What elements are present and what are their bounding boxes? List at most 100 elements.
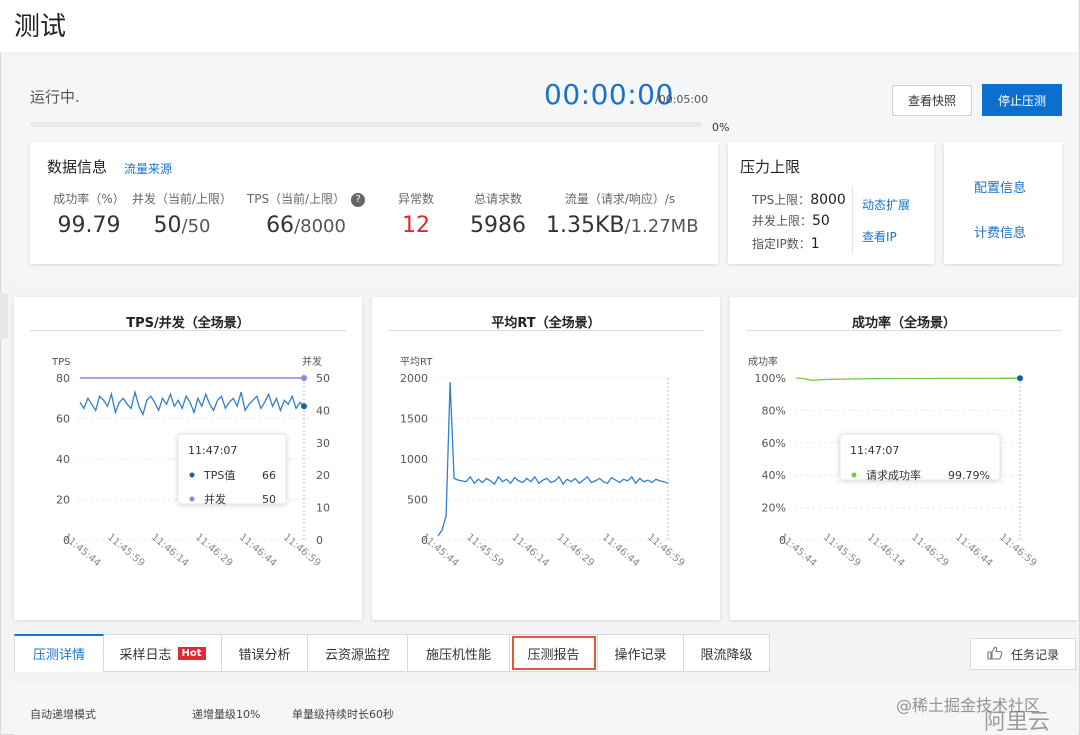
metric-label: 成功率（%） <box>53 192 125 206</box>
y-tick-label: 1500 <box>400 413 428 426</box>
y2-tick-label: 40 <box>316 404 330 417</box>
detail-tabs: 压测详情 采样日志 Hot 错误分析 云资源监控 施压机性能 压测报告 操作记录 限流降级 <box>14 634 770 672</box>
tab-label: 压测详情 <box>32 648 85 663</box>
x-tick-label: 11:45:44 <box>419 532 460 569</box>
total-duration: /00:05:00 <box>655 93 709 106</box>
tab-2[interactable]: 错误分析 <box>222 634 308 672</box>
metric-value-main: 99.79 <box>57 213 121 238</box>
tab-5[interactable]: 压测报告 <box>510 634 598 672</box>
series-end-point <box>301 375 307 381</box>
tab-label: 错误分析 <box>238 647 291 663</box>
tab-label: 压测报告 <box>527 647 580 663</box>
x-tick-label: 11:45:44 <box>777 532 818 569</box>
side-collapse-handle[interactable] <box>0 293 8 339</box>
metric-value: 99.79 <box>47 213 131 238</box>
ramp-mode: 自动递增模式 <box>30 708 96 721</box>
thumbs-up-icon <box>987 645 1003 663</box>
series-end-point <box>1017 375 1023 382</box>
y-axis-label: 成功率 <box>748 355 778 368</box>
metric-value-limit: /8000 <box>294 216 346 237</box>
tooltip-dot <box>851 472 857 478</box>
avg-rt-chart[interactable]: 平均RT050010001500200011:45:44 11:45:59 11:4… <box>372 340 720 620</box>
tab-3[interactable]: 云资源监控 <box>308 634 408 672</box>
tab-0[interactable]: 压测详情 <box>14 634 104 672</box>
metric-value: 50/50 <box>130 213 234 238</box>
dynamic-scale-link[interactable]: 动态扩展 <box>862 196 910 213</box>
y2-tick-label: 50 <box>316 372 330 385</box>
success-chart-divider <box>746 330 1062 331</box>
x-tick-label: 11:46:14 <box>509 532 550 569</box>
x-tick-label: 11:46:29 <box>909 532 950 569</box>
metric-label: 总请求数 <box>473 192 522 206</box>
progress-bar <box>30 122 702 127</box>
tab-4[interactable]: 施压机性能 <box>408 634 510 672</box>
view-snapshot-button[interactable]: 查看快照 <box>892 85 972 116</box>
tab-7[interactable]: 限流降级 <box>684 634 770 672</box>
metric-value-main: 66 <box>266 213 295 238</box>
y-tick-label: 40% <box>762 469 786 482</box>
ramp-step: 递增量级10% <box>192 708 261 721</box>
metric-value-main: 50 <box>153 213 182 238</box>
view-ip-link[interactable]: 查看IP <box>862 228 897 245</box>
tooltip-series-name: TPS值 <box>203 469 235 482</box>
watermark-brand: 阿里云 <box>984 710 1051 735</box>
x-tick-label: 11:46:44 <box>600 532 641 569</box>
stop-test-button[interactable]: 停止压测 <box>982 84 1062 116</box>
success-rate-chart[interactable]: 成功率020%40%60%80%100%11:45:44 11:45:59 11:4… <box>730 340 1078 620</box>
y-tick-label: 80 <box>56 372 70 385</box>
tooltip-dot <box>189 496 195 502</box>
tab-label: 云资源监控 <box>324 647 390 663</box>
metric-value: 66/8000 <box>244 213 368 238</box>
task-records-label: 任务记录 <box>1010 647 1059 662</box>
progress-percent: 0% <box>712 121 730 134</box>
tps-limit-label: TPS上限： <box>752 193 811 207</box>
tooltip-series-value: 50 <box>262 493 276 506</box>
chart-tooltip: 11:47:07 TPS值 66 并发 50 <box>177 433 287 506</box>
tab-1[interactable]: 采样日志 Hot <box>104 634 222 672</box>
x-tick-label: 11:46:14 <box>865 532 906 569</box>
metric-value-main: 1.35KB <box>546 213 625 238</box>
help-icon[interactable]: ? <box>351 192 366 207</box>
metric-label: 并发（当前/上限） <box>131 192 233 206</box>
y2-tick-label: 20 <box>316 469 330 482</box>
step-duration: 单量级持续时长60秒 <box>292 708 394 721</box>
run-status: 运行中. <box>30 88 80 106</box>
task-records-button[interactable]: 任务记录 <box>970 638 1076 670</box>
y-tick-label: 60% <box>762 437 786 450</box>
top-bar <box>0 0 1078 52</box>
metric-total-requests: 总请求数 5986 <box>462 190 534 238</box>
metric-label: 异常数 <box>397 192 434 206</box>
y-axis-label: TPS <box>51 357 71 368</box>
x-tick-label: 11:46:44 <box>953 532 994 569</box>
metric-value-main: 5986 <box>470 213 526 238</box>
ip-count-row: 指定IP数：1 <box>752 235 820 252</box>
chart-tooltip: 11:47:07 请求成功率 99.79% <box>839 433 1001 482</box>
y-tick-label: 20 <box>56 494 70 507</box>
x-tick-label: 11:46:29 <box>555 532 596 569</box>
concurrency-limit-row: 并发上限：50 <box>752 212 830 229</box>
y-tick-label: 40 <box>56 453 70 466</box>
metric-value-limit: /50 <box>181 216 211 237</box>
tab-label: 施压机性能 <box>425 647 491 663</box>
x-tick-label: 11:45:59 <box>821 532 862 569</box>
billing-info-link[interactable]: 计费信息 <box>974 222 1026 241</box>
y-axis-label: 平均RT <box>400 356 433 368</box>
tps-concurrency-chart[interactable]: TPS020406080并发0102030405011:45:44 11:45:5… <box>14 340 362 620</box>
x-tick-label: 11:46:44 <box>237 532 278 569</box>
series-line <box>795 377 1020 381</box>
info-links-card <box>944 142 1062 264</box>
config-info-link[interactable]: 配置信息 <box>974 177 1026 196</box>
tooltip-series-name: 并发 <box>204 492 226 506</box>
y2-tick-label: 30 <box>316 437 330 450</box>
rt-chart-divider <box>388 330 704 331</box>
tooltip-series-value: 99.79% <box>948 469 990 482</box>
tps-chart-title: TPS/并发（全场景） <box>126 316 250 331</box>
y-tick-label: 1000 <box>400 453 428 466</box>
tab-6[interactable]: 操作记录 <box>598 634 684 672</box>
x-tick-label: 11:46:59 <box>997 532 1038 569</box>
metric-success-rate: 成功率（%） 99.79 <box>47 190 131 238</box>
y-tick-label: 80% <box>762 404 786 417</box>
traffic-source-link[interactable]: 流量来源 <box>124 160 172 177</box>
metric-value-limit: /1.27MB <box>624 216 699 237</box>
tooltip-time: 11:47:07 <box>850 444 899 457</box>
